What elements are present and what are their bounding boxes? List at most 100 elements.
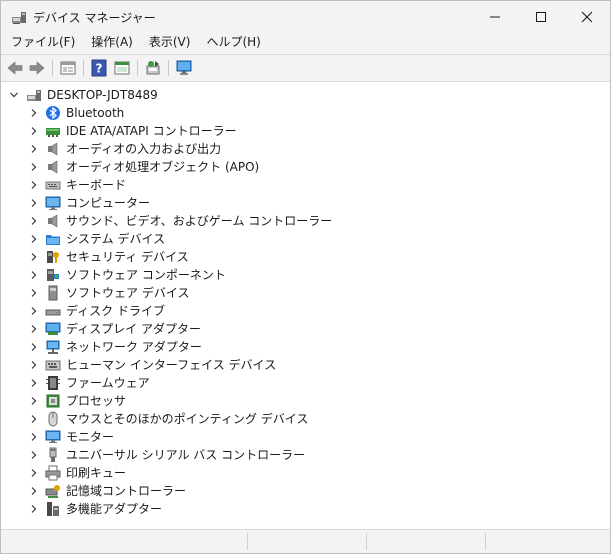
tree-item-processors[interactable]: プロセッサ xyxy=(1,392,610,410)
chevron-down-icon[interactable] xyxy=(9,90,19,100)
chevron-right-icon[interactable] xyxy=(29,486,39,496)
chevron-right-icon[interactable] xyxy=(29,108,39,118)
multifunction-adapter-icon xyxy=(47,502,59,516)
firmware-icon xyxy=(46,376,60,390)
properties-icon[interactable] xyxy=(59,59,77,77)
maximize-button[interactable] xyxy=(518,1,564,32)
device-manager-icon xyxy=(12,12,26,24)
chevron-right-icon[interactable] xyxy=(29,198,39,208)
chevron-right-icon[interactable] xyxy=(29,270,39,280)
tree-item-security-devices[interactable]: セキュリティ デバイス xyxy=(1,248,610,266)
tree-item-storage-controllers[interactable]: 記憶域コントローラー xyxy=(1,482,610,500)
tree-item-firmware[interactable]: ファームウェア xyxy=(1,374,610,392)
software-component-icon xyxy=(47,269,59,281)
chevron-right-icon[interactable] xyxy=(29,180,39,190)
tree-item-audio-inputs-outputs[interactable]: オーディオの入力および出力 xyxy=(1,140,610,158)
display-adapter-icon xyxy=(45,322,61,335)
tree-item-label: ディスク ドライブ xyxy=(66,304,165,318)
speaker-icon xyxy=(48,142,58,156)
tree-item-system-devices[interactable]: システム デバイス xyxy=(1,230,610,248)
tree-item-software-components[interactable]: ソフトウェア コンポーネント xyxy=(1,266,610,284)
svg-text:?: ? xyxy=(96,62,103,76)
tree-item-ide-ata-atapi-controllers[interactable]: IDE ATA/ATAPI コントローラー xyxy=(1,122,610,140)
chevron-right-icon[interactable] xyxy=(29,504,39,514)
chevron-right-icon[interactable] xyxy=(29,288,39,298)
status-bar xyxy=(1,530,610,553)
tree-root[interactable]: DESKTOP-JDT8489 xyxy=(1,86,610,104)
chevron-right-icon[interactable] xyxy=(29,126,39,136)
tree-item-label: モニター xyxy=(66,430,115,444)
minimize-button[interactable] xyxy=(472,1,518,32)
tree-item-mice-pointing-devices[interactable]: マウスとそのほかのポインティング デバイス xyxy=(1,410,610,428)
tree-item-label: ユニバーサル シリアル バス コントローラー xyxy=(66,448,306,462)
tree-item-usb-controllers[interactable]: ユニバーサル シリアル バス コントローラー xyxy=(1,446,610,464)
mouse-icon xyxy=(48,411,58,427)
root-label: DESKTOP-JDT8489 xyxy=(47,88,158,102)
tree-item-multifunction-adapters[interactable]: 多機能アダプター xyxy=(1,500,610,518)
tree-item-audio-processing-objects[interactable]: オーディオ処理オブジェクト (APO) xyxy=(1,158,610,176)
tree-item-label: システム デバイス xyxy=(66,232,166,246)
view-icon[interactable] xyxy=(113,59,131,77)
chevron-right-icon[interactable] xyxy=(29,144,39,154)
tree-item-label: ファームウェア xyxy=(66,376,150,390)
menu-action[interactable]: 操作(A) xyxy=(91,32,133,53)
forward-arrow-icon[interactable] xyxy=(28,59,46,77)
computer-root-icon xyxy=(27,90,41,101)
menu-file[interactable]: ファイル(F) xyxy=(11,32,75,53)
computer-icon xyxy=(45,196,61,210)
ide-controller-icon xyxy=(46,128,60,137)
chevron-right-icon[interactable] xyxy=(29,342,39,352)
disk-drive-icon xyxy=(45,309,61,316)
monitor-icon[interactable] xyxy=(175,59,193,77)
title-bar[interactable]: デバイス マネージャー xyxy=(1,1,610,32)
help-icon[interactable]: ? xyxy=(90,59,108,77)
close-button[interactable] xyxy=(564,1,610,32)
maximize-icon xyxy=(536,11,546,22)
tree-item-display-adapters[interactable]: ディスプレイ アダプター xyxy=(1,320,610,338)
tree-item-human-interface-devices[interactable]: ヒューマン インターフェイス デバイス xyxy=(1,356,610,374)
menu-view[interactable]: 表示(V) xyxy=(149,32,191,53)
chevron-right-icon[interactable] xyxy=(29,162,39,172)
tree-item-print-queues[interactable]: 印刷キュー xyxy=(1,464,610,482)
toolbar: ? xyxy=(1,54,610,82)
tree-item-sound-video-game-controllers[interactable]: サウンド、ビデオ、およびゲーム コントローラー xyxy=(1,212,610,230)
menu-help[interactable]: ヘルプ(H) xyxy=(206,32,260,53)
hid-icon xyxy=(45,360,61,371)
device-manager-window: デバイス マネージャー ファイル(F) 操作(A) 表示(V) ヘルプ(H) ?… xyxy=(0,0,611,554)
usb-icon xyxy=(49,447,57,462)
chevron-right-icon[interactable] xyxy=(29,468,39,478)
chevron-right-icon[interactable] xyxy=(29,450,39,460)
tree-item-label: 多機能アダプター xyxy=(66,502,163,516)
chevron-right-icon[interactable] xyxy=(29,414,39,424)
chevron-right-icon[interactable] xyxy=(29,234,39,244)
tree-item-label: プロセッサ xyxy=(66,394,127,408)
speaker-icon xyxy=(48,160,58,174)
device-tree[interactable]: DESKTOP-JDT8489 Bluetooth IDE ATA/ATAPI コ… xyxy=(1,82,610,530)
scan-hardware-icon[interactable] xyxy=(144,59,162,77)
chevron-right-icon[interactable] xyxy=(29,432,39,442)
tree-item-label: キーボード xyxy=(66,178,127,192)
chevron-right-icon[interactable] xyxy=(29,396,39,406)
speaker-icon xyxy=(48,214,58,228)
chevron-right-icon[interactable] xyxy=(29,360,39,370)
chevron-right-icon[interactable] xyxy=(29,378,39,388)
chevron-right-icon[interactable] xyxy=(29,216,39,226)
tree-item-label: マウスとそのほかのポインティング デバイス xyxy=(66,412,309,426)
window-title: デバイス マネージャー xyxy=(33,11,156,25)
tree-item-label: セキュリティ デバイス xyxy=(66,250,189,264)
tree-item-disk-drives[interactable]: ディスク ドライブ xyxy=(1,302,610,320)
chevron-right-icon[interactable] xyxy=(29,324,39,334)
tree-item-bluetooth[interactable]: Bluetooth xyxy=(1,104,610,122)
tree-item-computer[interactable]: コンピューター xyxy=(1,194,610,212)
tree-item-label: コンピューター xyxy=(66,196,151,210)
tree-item-label: ディスプレイ アダプター xyxy=(66,322,201,336)
chevron-right-icon[interactable] xyxy=(29,306,39,316)
system-folder-icon xyxy=(46,235,60,245)
chevron-right-icon[interactable] xyxy=(29,252,39,262)
tree-item-monitors[interactable]: モニター xyxy=(1,428,610,446)
tree-item-software-devices[interactable]: ソフトウェア デバイス xyxy=(1,284,610,302)
tree-item-keyboards[interactable]: キーボード xyxy=(1,176,610,194)
security-key-icon xyxy=(47,251,59,263)
tree-item-network-adapters[interactable]: ネットワーク アダプター xyxy=(1,338,610,356)
back-arrow-icon[interactable] xyxy=(6,59,24,77)
